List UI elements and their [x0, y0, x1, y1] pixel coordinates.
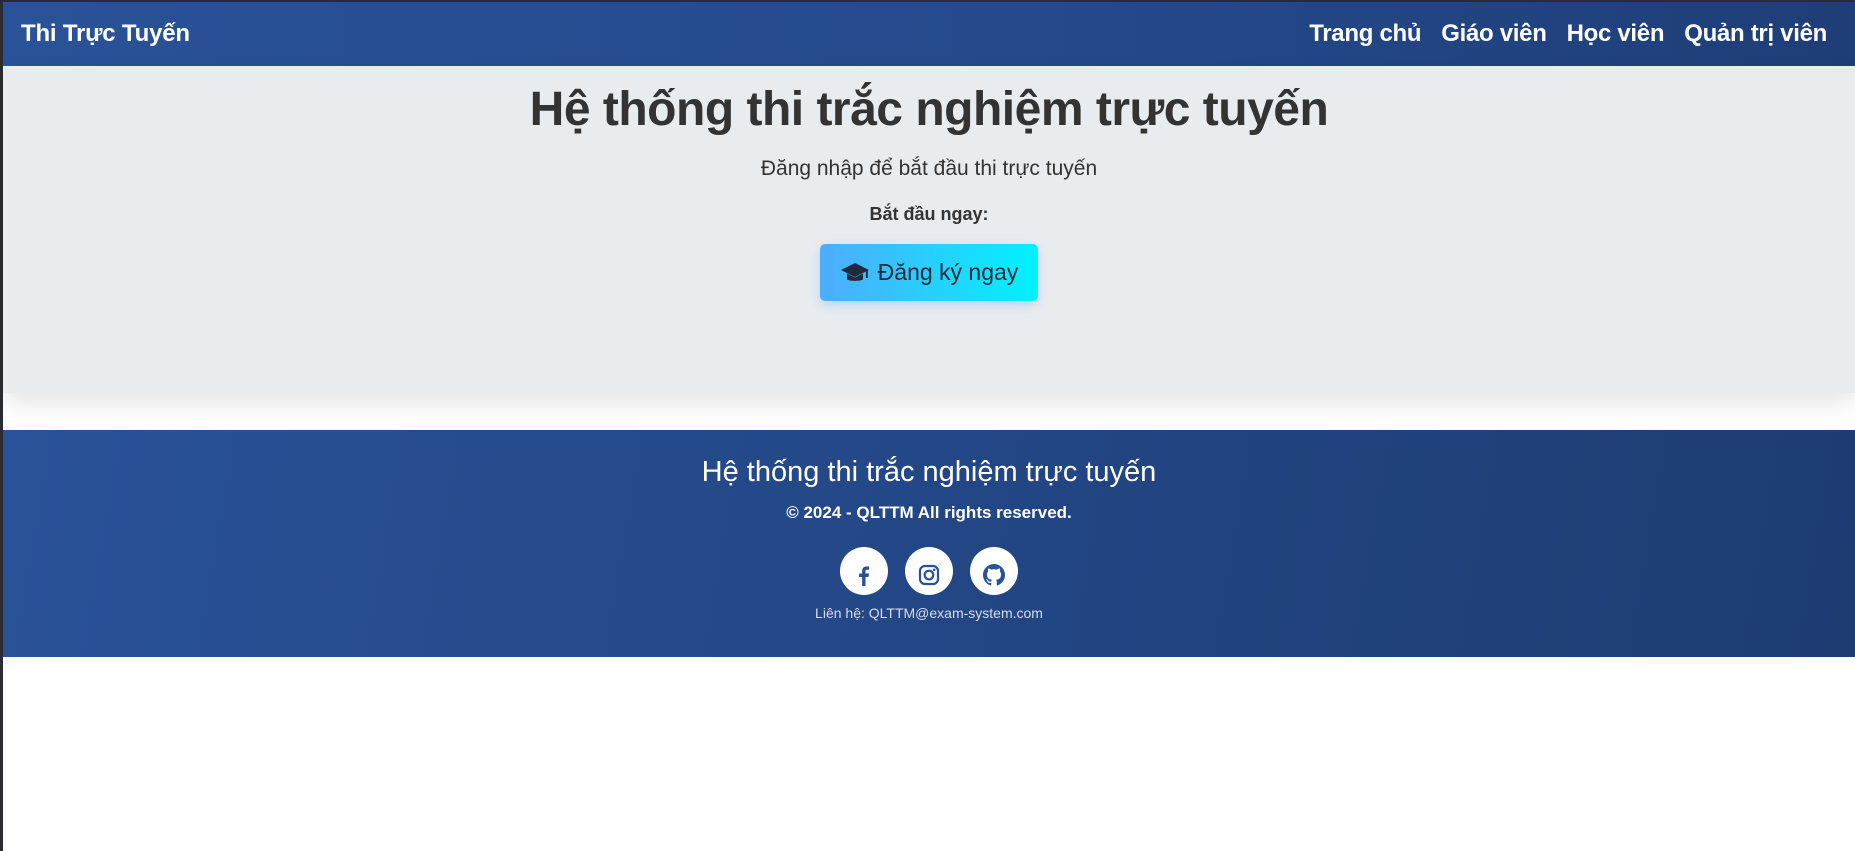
- register-button-label: Đăng ký ngay: [877, 259, 1019, 285]
- footer-contact: Liên hệ: QLTTM@exam-system.com: [815, 605, 1043, 621]
- nav-link-home[interactable]: Trang chủ: [1309, 20, 1421, 48]
- brand-logo-text[interactable]: Thi Trực Tuyến: [21, 20, 190, 48]
- footer-copyright: © 2024 - QLTTM All rights reserved.: [786, 503, 1072, 522]
- register-button[interactable]: Đăng ký ngay: [819, 244, 1039, 301]
- facebook-link[interactable]: [840, 547, 888, 595]
- nav-link-student[interactable]: Học viên: [1567, 20, 1665, 48]
- nav-link-teacher[interactable]: Giáo viên: [1441, 20, 1547, 48]
- hero-section: Hệ thống thi trắc nghiệm trực tuyến Đăng…: [3, 66, 1855, 393]
- github-icon: [983, 564, 1005, 586]
- hero-cta-label: Bắt đầu ngay:: [869, 204, 989, 224]
- site-footer: Hệ thống thi trắc nghiệm trực tuyến © 20…: [3, 430, 1855, 657]
- nav-link-admin[interactable]: Quản trị viên: [1684, 20, 1827, 48]
- hero-subtitle: Đăng nhập để bắt đầu thi trực tuyến: [760, 157, 1098, 180]
- hero-title: Hệ thống thi trắc nghiệm trực tuyến: [529, 83, 1329, 136]
- footer-title: Hệ thống thi trắc nghiệm trực tuyến: [701, 456, 1157, 488]
- nav-links: Trang chủ Giáo viên Học viên Quản trị vi…: [1309, 20, 1827, 48]
- instagram-icon: [918, 564, 940, 586]
- top-navbar: Thi Trực Tuyến Trang chủ Giáo viên Học v…: [3, 2, 1855, 66]
- github-link[interactable]: [970, 547, 1018, 595]
- facebook-icon: [859, 566, 870, 586]
- instagram-link[interactable]: [905, 547, 953, 595]
- social-links: [3, 547, 1855, 595]
- graduation-cap-icon: [840, 261, 870, 285]
